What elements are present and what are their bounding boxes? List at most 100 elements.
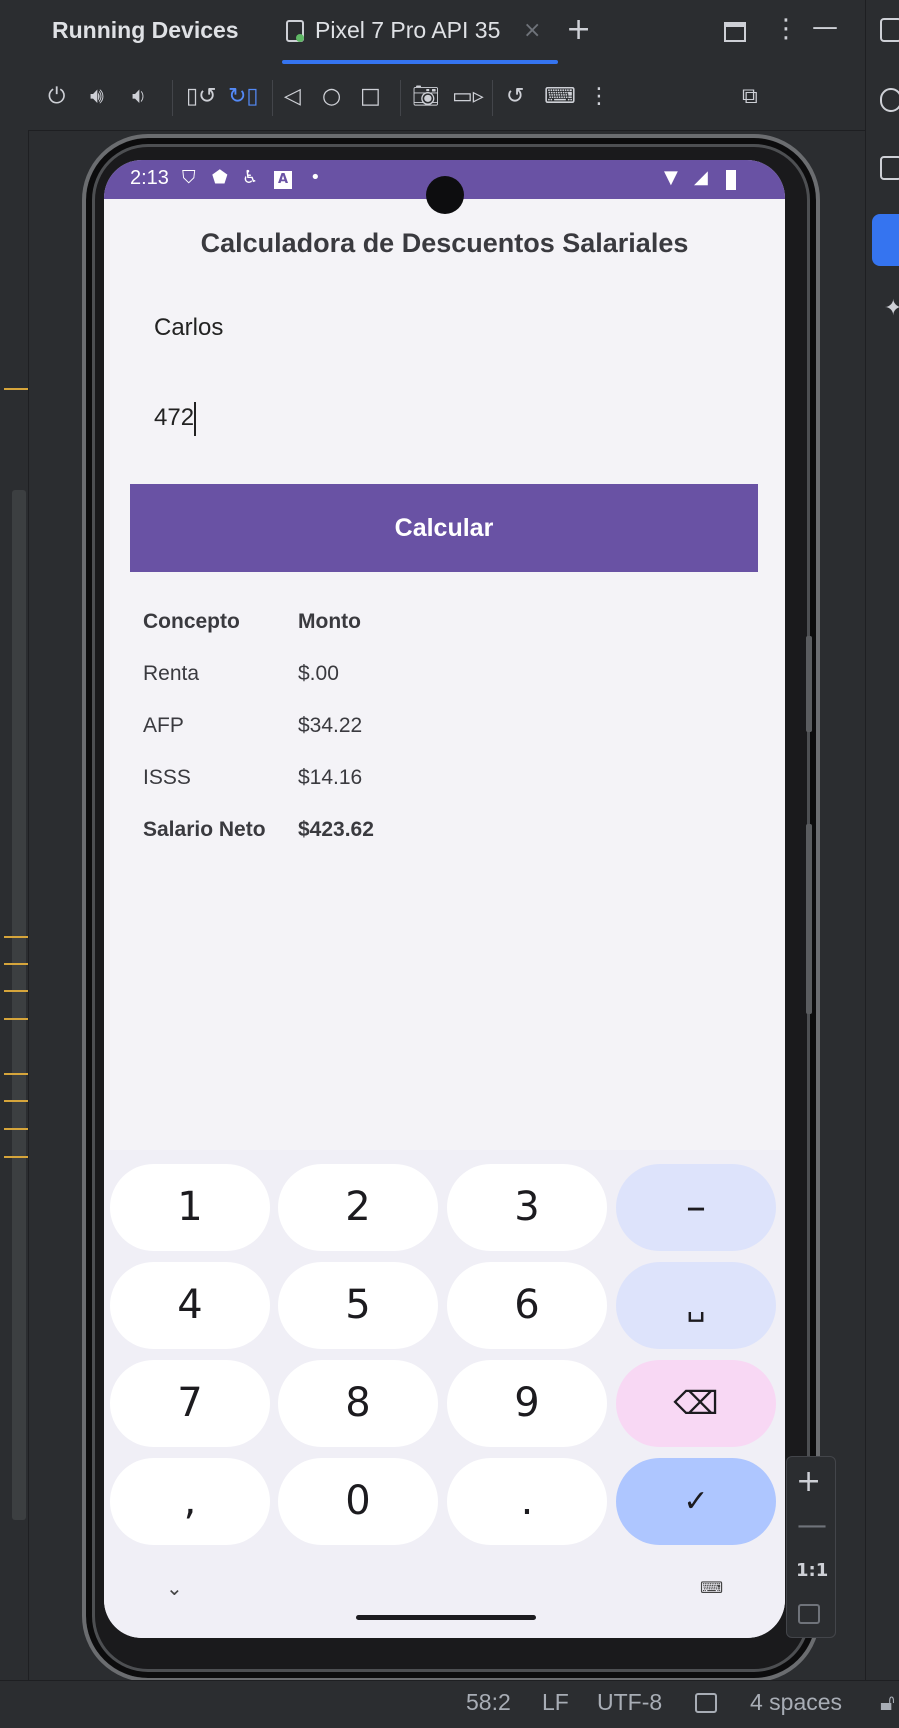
calculate-button[interactable]: Calcular xyxy=(130,484,758,572)
gutter-mark xyxy=(4,1100,28,1102)
running-indicator xyxy=(296,34,304,42)
name-input[interactable] xyxy=(130,300,758,356)
key-5[interactable]: 5 xyxy=(278,1262,438,1349)
table-row: ISSS $14.16 xyxy=(143,766,543,806)
key-space[interactable]: ␣ xyxy=(616,1262,776,1349)
rotate-right-icon[interactable]: ↻▯ xyxy=(228,84,259,109)
row-concept: AFP xyxy=(143,714,184,737)
zoom-to-fit-icon[interactable] xyxy=(798,1604,820,1624)
key-7[interactable]: 7 xyxy=(110,1360,270,1447)
more-icon[interactable]: ⋮ xyxy=(588,84,610,109)
record-icon[interactable]: ▭▹ xyxy=(452,84,484,109)
home-icon[interactable]: ○ xyxy=(322,84,341,109)
gutter-mark xyxy=(4,1128,28,1130)
dot-icon: • xyxy=(310,167,321,188)
table-header: Concepto Monto xyxy=(143,610,543,650)
text-cursor xyxy=(194,402,196,436)
vpn-icon: ⬟ xyxy=(212,167,228,188)
shield-icon: ⛉ xyxy=(182,167,196,188)
gradle-icon[interactable] xyxy=(880,88,899,112)
key-3[interactable]: 3 xyxy=(447,1164,607,1251)
overview-icon[interactable]: □ xyxy=(360,84,381,109)
hide-panel-icon[interactable]: — xyxy=(812,12,838,42)
gesture-nav-handle[interactable] xyxy=(356,1615,536,1620)
rotate-left-icon[interactable]: ▯↺ xyxy=(186,84,217,109)
key-9[interactable]: 9 xyxy=(447,1360,607,1447)
header-amount: Monto xyxy=(298,610,361,633)
row-concept: Renta xyxy=(143,662,200,685)
row-amount: $34.22 xyxy=(298,714,363,737)
gutter-mark xyxy=(4,963,28,965)
done-check-icon[interactable]: ✓ xyxy=(616,1458,776,1545)
gutter-mark xyxy=(4,388,28,390)
tab-device[interactable]: Pixel 7 Pro API 35 × xyxy=(282,0,558,64)
scrollbar[interactable] xyxy=(12,490,26,1520)
volume-down-icon[interactable]: 🔉︎ xyxy=(132,84,146,109)
line-ending[interactable]: LF xyxy=(542,1689,569,1716)
gutter-mark xyxy=(4,1018,28,1020)
total-amount: $423.62 xyxy=(298,818,374,841)
running-devices-icon[interactable] xyxy=(872,214,899,266)
inspect-icon[interactable]: ⧉ xyxy=(742,84,758,109)
header-concept: Concepto xyxy=(143,610,240,633)
battery-icon xyxy=(726,170,736,190)
reset-icon[interactable]: ↺ xyxy=(506,84,524,109)
file-encoding[interactable]: UTF-8 xyxy=(597,1689,662,1716)
volume-button xyxy=(806,824,812,1014)
close-tab-icon[interactable]: × xyxy=(523,18,541,43)
zoom-actual-size-button[interactable]: 1:1 xyxy=(796,1560,828,1581)
ai-assistant-icon[interactable]: ✦ xyxy=(884,296,899,321)
numeric-keyboard: 1 2 3 – 4 5 6 ␣ 7 8 9 ⌫ , 0 . ✓ xyxy=(104,1150,785,1638)
indent-setting[interactable]: 4 spaces xyxy=(750,1689,842,1716)
key-period[interactable]: . xyxy=(447,1458,607,1545)
key-1[interactable]: 1 xyxy=(110,1164,270,1251)
key-4[interactable]: 4 xyxy=(110,1262,270,1349)
back-icon[interactable]: ◁ xyxy=(284,84,301,109)
caret-position[interactable]: 58:2 xyxy=(466,1689,511,1716)
front-camera xyxy=(426,176,464,214)
more-options-icon[interactable]: ⋮ xyxy=(773,14,799,44)
app-title: Calculadora de Descuentos Salariales xyxy=(200,228,689,258)
table-total-row: Salario Neto $423.62 xyxy=(143,818,543,858)
key-8[interactable]: 8 xyxy=(278,1360,438,1447)
power-icon[interactable]: ⏻ xyxy=(48,84,65,109)
device-manager-icon[interactable] xyxy=(880,156,899,180)
add-tab-button[interactable]: + xyxy=(566,12,591,47)
table-row: Renta $.00 xyxy=(143,662,543,702)
lock-icon[interactable]: 🔓︎ xyxy=(880,1689,895,1716)
gutter-mark xyxy=(4,936,28,938)
keyboard-icon[interactable]: ⌨ xyxy=(544,84,576,109)
row-amount: $14.16 xyxy=(298,766,363,789)
gutter-mark xyxy=(4,1073,28,1075)
accessibility-icon: ♿︎ xyxy=(242,167,259,188)
status-time: 2:13 xyxy=(130,167,169,189)
backspace-icon[interactable]: ⌫ xyxy=(616,1360,776,1447)
panel-title: Running Devices xyxy=(52,17,239,43)
salary-input[interactable] xyxy=(130,390,758,446)
camera-icon[interactable]: 📷︎ xyxy=(412,84,440,109)
power-button xyxy=(806,636,812,732)
key-0[interactable]: 0 xyxy=(278,1458,438,1545)
volume-up-icon[interactable]: 🔊︎ xyxy=(90,84,104,109)
notifications-icon[interactable] xyxy=(880,18,899,42)
total-concept: Salario Neto xyxy=(143,818,266,841)
gutter-mark xyxy=(4,1156,28,1158)
key-minus[interactable]: – xyxy=(616,1164,776,1251)
key-6[interactable]: 6 xyxy=(447,1262,607,1349)
zoom-out-button[interactable]: — xyxy=(797,1508,827,1543)
gutter-mark xyxy=(4,990,28,992)
keyboard-switch-icon[interactable]: ⌨ xyxy=(700,1578,723,1597)
row-amount: $.00 xyxy=(298,662,339,685)
wifi-icon: ▼ xyxy=(664,167,678,188)
key-comma[interactable]: , xyxy=(110,1458,270,1545)
readonly-toggle-icon[interactable] xyxy=(695,1693,717,1713)
hide-keyboard-icon[interactable]: ⌄ xyxy=(166,1576,183,1600)
table-row: AFP $34.22 xyxy=(143,714,543,754)
device-screen: 2:13 ⛉ ⬟ ♿︎ A • ▼ ◢ Calculadora de Descu… xyxy=(104,160,785,1638)
window-options-icon[interactable] xyxy=(724,22,746,42)
key-2[interactable]: 2 xyxy=(278,1164,438,1251)
tab-label: Pixel 7 Pro API 35 xyxy=(315,17,501,43)
zoom-in-button[interactable]: + xyxy=(796,1464,821,1499)
app-icon: A xyxy=(274,171,292,189)
row-concept: ISSS xyxy=(143,766,191,789)
